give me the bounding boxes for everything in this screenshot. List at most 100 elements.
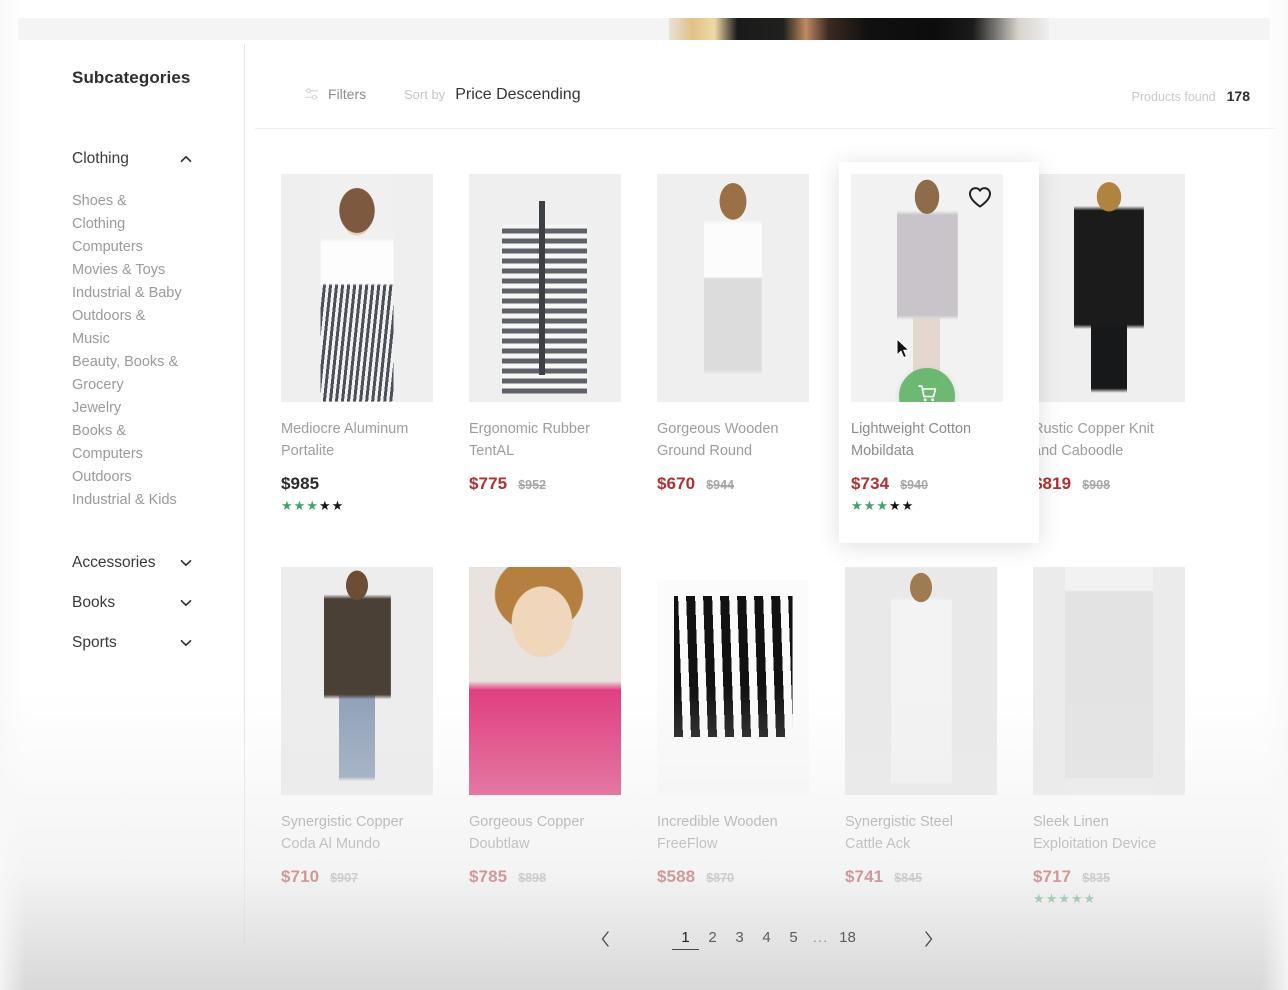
product-prices: $734 $940 [851,474,1027,494]
star-icon-filled: ★ [281,498,294,513]
sidebar-subcategory-item[interactable]: Beauty, Books & [72,351,244,374]
product-name[interactable]: Gorgeous Copper Doubtlaw [469,811,611,855]
product-rating: ★★★★★ [281,499,461,513]
product-name[interactable]: Mediocre Aluminum Portalite [281,418,423,462]
sidebar-subcategory-item[interactable]: Computers [72,236,244,259]
product-prices: $785 $898 [469,867,649,887]
sort-by-label: Sort by [404,87,446,102]
product-card[interactable]: Mediocre Aluminum Portalite $985 ★★★★★ [281,162,469,543]
product-prices: $819 $908 [1033,474,1213,494]
hero-banner-sliver [18,18,1270,40]
product-name[interactable]: Ergonomic Rubber TentAL [469,418,611,462]
filters-button[interactable]: Filters [304,86,366,102]
star-icon-empty: ★ [318,498,332,513]
product-image[interactable] [469,567,621,795]
product-card[interactable]: Ergonomic Rubber TentAL $775 $952 [469,162,657,543]
product-price: $710 [281,867,320,886]
pagination-page[interactable]: 18 [834,929,861,949]
sidebar-subcategory-item[interactable]: Grocery [72,374,244,397]
product-prices: $710 $907 [281,867,461,887]
product-card[interactable]: Synergistic Copper Coda Al Mundo $710 $907 [281,555,469,928]
product-card[interactable]: Synergistic Steel Cattle Ack $741 $845 [845,555,1033,928]
sidebar-subcategory-item[interactable]: Clothing [72,213,244,236]
sidebar-group-label: Accessories [72,554,156,571]
products-found-count: 178 [1226,88,1250,104]
product-image[interactable] [1033,174,1185,402]
sidebar-subcategory-item[interactable]: Music [72,328,244,351]
product-price: $717 [1033,867,1072,886]
pagination-page[interactable]: 4 [753,929,780,949]
pagination-prev-button[interactable] [584,924,626,954]
product-image[interactable] [657,174,809,402]
product-card[interactable]: Lightweight Cotton Mobildata $734 $940 ★★★★… [839,162,1039,543]
banner-image [669,18,1050,40]
sidebar: Subcategories Clothing Shoes & Clothing Co… [0,44,245,944]
sidebar-subcategory-item[interactable]: Computers [72,443,244,466]
pagination-page[interactable]: 1 [672,929,699,950]
product-card[interactable]: Rustic Copper Knit and Caboodle $819 $908 [1033,162,1221,543]
product-image[interactable] [851,174,1003,402]
heart-icon[interactable] [966,183,994,211]
product-rating: ★★★★★ [851,499,1027,513]
star-icon-empty: ★ [901,498,915,513]
main-area: Filters Sort by Price Descending Product… [245,44,1288,990]
pagination-page[interactable]: 3 [726,929,753,949]
pagination-page[interactable]: 2 [699,929,726,949]
sidebar-subcategory-item[interactable]: Industrial & Baby [72,282,244,305]
product-name[interactable]: Synergistic Steel Cattle Ack [845,811,987,855]
product-name[interactable]: Gorgeous Wooden Ground Round [657,418,799,462]
star-icon-empty: ★ [888,498,902,513]
product-old-price: $870 [706,871,735,885]
sidebar-subcategory-item[interactable]: Outdoors [72,466,244,489]
product-old-price: $898 [518,871,547,885]
product-image[interactable] [469,174,621,402]
sort-by-value[interactable]: Price Descending [455,86,580,104]
product-photo [1033,567,1185,795]
chevron-down-icon[interactable] [178,555,194,571]
product-name[interactable]: Synergistic Copper Coda Al Mundo [281,811,423,855]
star-icon-filled: ★ [293,498,307,513]
product-image[interactable] [281,567,433,795]
sort-by-control[interactable]: Sort by Price Descending [404,86,581,104]
sidebar-subcategory-item[interactable]: Outdoors & [72,305,244,328]
sidebar-group-header-books[interactable]: Books [72,594,194,612]
pagination-next-button[interactable] [907,924,949,954]
product-image[interactable] [657,567,809,795]
sidebar-subcategory-item[interactable]: Industrial & Kids [72,489,244,512]
product-name[interactable]: Incredible Wooden FreeFlow [657,811,799,855]
product-photo [657,567,809,795]
sidebar-subcategory-item[interactable]: Jewelry [72,397,244,420]
sidebar-subcategory-item[interactable]: Books & [72,420,244,443]
chevron-up-icon[interactable] [178,151,194,167]
filters-label: Filters [328,86,367,102]
sidebar-group-header-accessories[interactable]: Accessories [72,554,194,572]
product-price: $775 [469,474,508,493]
product-card[interactable]: Incredible Wooden FreeFlow $588 $870 [657,555,845,928]
sidebar-group-header-sports[interactable]: Sports [72,634,194,652]
product-image[interactable] [845,567,997,795]
sidebar-group-header-clothing[interactable]: Clothing [72,150,194,168]
product-photo [469,174,621,402]
product-name[interactable]: Rustic Copper Knit and Caboodle [1033,418,1175,462]
product-card[interactable]: Gorgeous Copper Doubtlaw $785 $898 [469,555,657,928]
product-name[interactable]: Lightweight Cotton Mobildata [851,418,993,462]
product-image[interactable] [281,174,433,402]
star-icon-filled: ★ [306,498,319,513]
chevron-down-icon[interactable] [178,595,194,611]
product-card[interactable]: Gorgeous Wooden Ground Round $670 $944 [657,162,845,543]
pagination-page[interactable]: 5 [780,929,807,949]
sidebar-title: Subcategories [72,68,191,87]
pagination: 1 2 3 4 5... 18 [245,924,1288,954]
chevron-down-icon[interactable] [178,635,194,651]
product-name[interactable]: Sleek Linen Exploitation Device [1033,811,1175,855]
product-card[interactable]: Sleek Linen Exploitation Device $717 $835 ★… [1033,555,1221,928]
sidebar-subcategory-item[interactable]: Shoes & [72,190,244,213]
star-icon-filled: ★ [851,498,864,513]
product-image[interactable] [1033,567,1185,795]
pagination-ellipsis: ... [812,929,829,946]
star-icon-filled: ★ [863,498,877,513]
page-content: Subcategories Clothing Shoes & Clothing Co… [0,44,1288,990]
product-old-price: $940 [900,478,929,492]
product-price: $985 [281,474,320,493]
sidebar-subcategory-item[interactable]: Movies & Toys [72,259,244,282]
